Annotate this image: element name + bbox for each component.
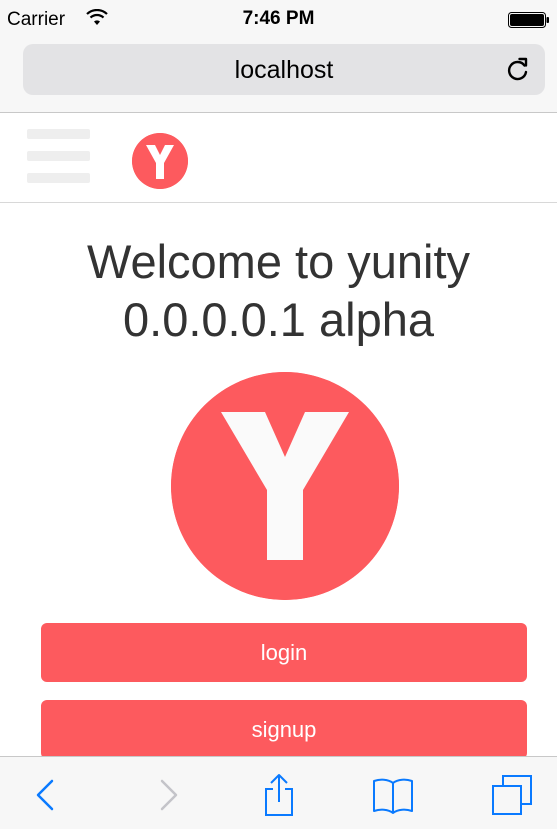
url-bar[interactable]: localhost [23, 44, 545, 95]
yunity-logo-large-icon [171, 372, 399, 600]
app-header [0, 113, 557, 203]
status-bar: Carrier 7:46 PM [0, 0, 557, 38]
title-line-1: Welcome to yunity [86, 235, 471, 288]
main-content: Welcome to yunity 0.0.0.0.1 alpha login … [0, 203, 557, 756]
yunity-logo-icon[interactable] [132, 133, 188, 189]
bookmarks-icon[interactable] [371, 773, 415, 817]
clock-time: 7:46 PM [242, 8, 315, 29]
page-title: Welcome to yunity 0.0.0.0.1 alpha [0, 233, 557, 349]
login-button[interactable]: login [41, 623, 527, 682]
browser-toolbar [0, 756, 557, 829]
url-text[interactable]: localhost [23, 56, 545, 85]
signup-button[interactable]: signup [41, 700, 527, 756]
title-line-2: 0.0.0.0.1 alpha [123, 293, 434, 346]
tabs-icon[interactable] [490, 773, 534, 817]
back-icon[interactable] [26, 773, 70, 817]
forward-icon[interactable] [148, 773, 192, 817]
hamburger-menu-icon[interactable] [27, 129, 90, 183]
page: Carrier 7:46 PM localhost Welcome to yun… [0, 0, 557, 829]
browser-top-bar: Carrier 7:46 PM localhost [0, 0, 557, 113]
reload-icon[interactable] [505, 56, 531, 84]
battery-icon [508, 12, 549, 28]
share-icon[interactable] [257, 773, 301, 817]
